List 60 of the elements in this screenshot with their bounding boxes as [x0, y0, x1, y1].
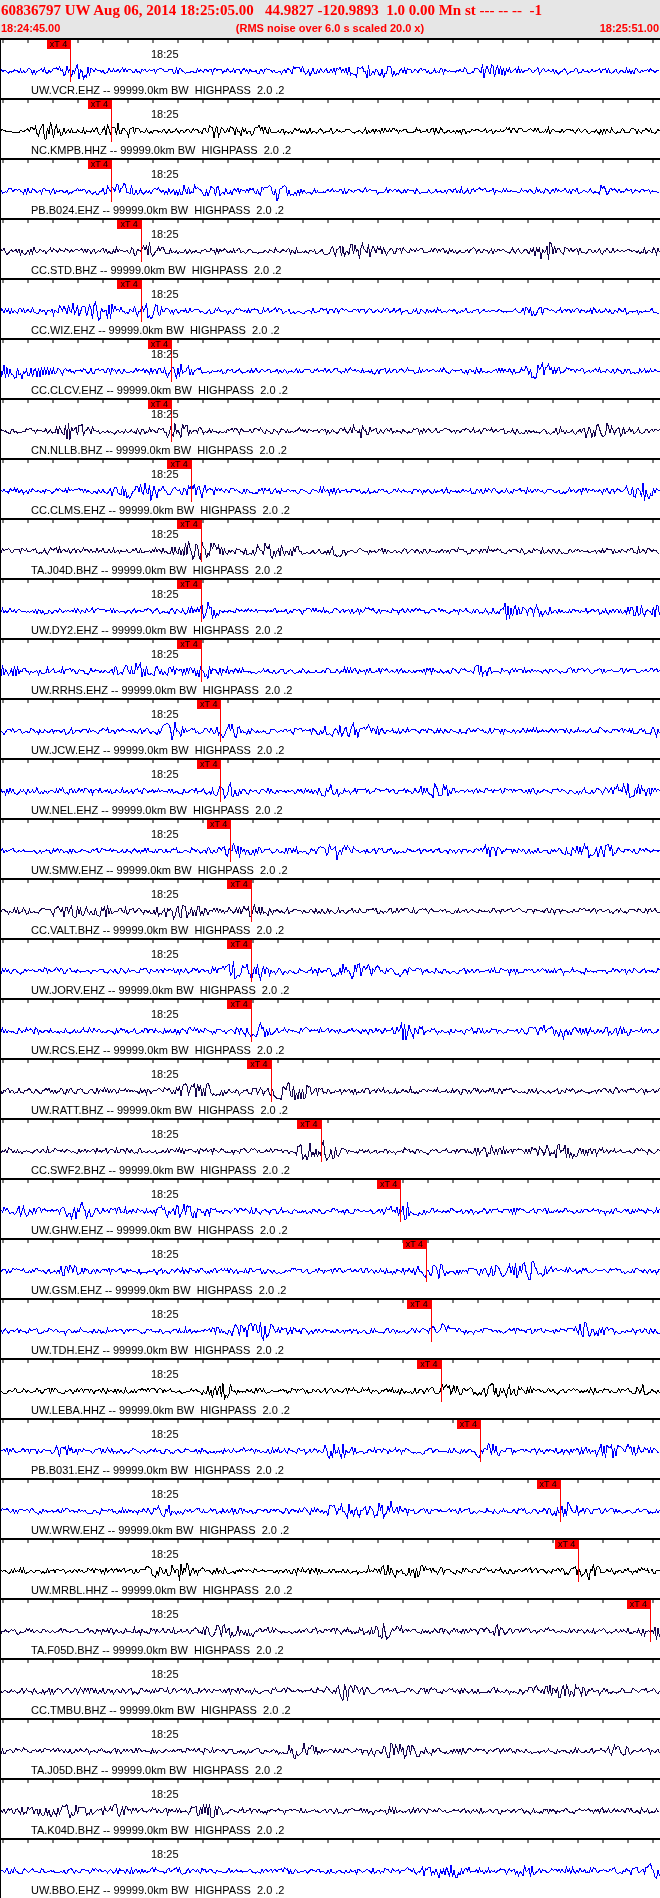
time-mark: 18:25	[151, 889, 179, 900]
pick-label: xT 4	[247, 1060, 271, 1069]
time-mark: 18:25	[151, 1069, 179, 1080]
pick-label: xT 4	[536, 1480, 560, 1489]
event-title: 60836797 UW Aug 06, 2014 18:25:05.00 44.9827 -120.9893 1.0 0.00 Mn st --- -- -- -1	[1, 1, 543, 20]
time-mark: 18:25	[151, 1009, 179, 1020]
time-mark: 18:25	[151, 949, 179, 960]
time-mark: 18:25	[151, 1549, 179, 1560]
time-mark: 18:25	[151, 1609, 179, 1620]
time-mark: 18:25	[151, 169, 179, 180]
pick-label: xT 4	[87, 160, 112, 169]
time-mark: 18:25	[151, 49, 179, 60]
time-mark: 18:25	[151, 469, 179, 480]
pick-label: xT 4	[177, 520, 201, 529]
pick-label: xT 4	[177, 640, 201, 649]
time-mark: 18:25	[151, 709, 179, 720]
time-mark: 18:25	[151, 529, 179, 540]
pick-label: xT 4	[297, 1120, 321, 1129]
time-mark: 18:25	[151, 649, 179, 660]
end-time: 18:25:51.00	[599, 21, 659, 36]
pick-label: xT 4	[402, 1240, 427, 1249]
time-mark: 18:25	[151, 289, 179, 300]
pick-label: xT 4	[407, 1300, 431, 1309]
time-mark: 18:25	[151, 1669, 179, 1680]
pick-label: xT 4	[227, 1000, 251, 1009]
pick-label: xT 4	[117, 220, 141, 229]
time-mark: 18:25	[151, 1849, 179, 1860]
pick-label: xT 4	[46, 40, 71, 49]
pick-label: xT 4	[417, 1360, 441, 1369]
pick-label: xT 4	[197, 760, 221, 769]
time-mark: 18:25	[151, 1489, 179, 1500]
noise-note: (RMS noise over 6.0 s scaled 20.0 x)	[235, 21, 425, 36]
start-time: 18:24:45.00	[1, 21, 61, 36]
pick-label: xT 4	[227, 940, 251, 949]
pick-label: xT 4	[147, 400, 172, 409]
time-mark: 18:25	[151, 589, 179, 600]
pick-label: xT 4	[626, 1600, 651, 1609]
time-mark: 18:25	[151, 1309, 179, 1320]
pick-label: xT 4	[177, 580, 201, 589]
pick-label: xT 4	[227, 880, 251, 889]
time-mark: 18:25	[151, 1789, 179, 1800]
time-mark: 18:25	[151, 1369, 179, 1380]
pick-label: xT 4	[456, 1420, 481, 1429]
time-mark: 18:25	[151, 1729, 179, 1740]
time-mark: 18:25	[151, 829, 179, 840]
pick-label: xT 4	[554, 1540, 579, 1549]
pick-label: xT 4	[117, 280, 141, 289]
time-mark: 18:25	[151, 109, 179, 120]
pick-label: xT 4	[377, 1180, 401, 1189]
time-mark: 18:25	[151, 229, 179, 240]
pick-label: xT 4	[147, 340, 172, 349]
pick-label: xT 4	[167, 460, 191, 469]
time-mark: 18:25	[151, 769, 179, 780]
pick-label: xT 4	[87, 100, 112, 109]
time-mark: 18:25	[151, 1429, 179, 1440]
time-mark: 18:25	[151, 1249, 179, 1260]
time-mark: 18:25	[151, 1189, 179, 1200]
time-mark: 18:25	[151, 1129, 179, 1140]
pick-label: xT 4	[207, 820, 231, 829]
pick-label: xT 4	[197, 700, 221, 709]
